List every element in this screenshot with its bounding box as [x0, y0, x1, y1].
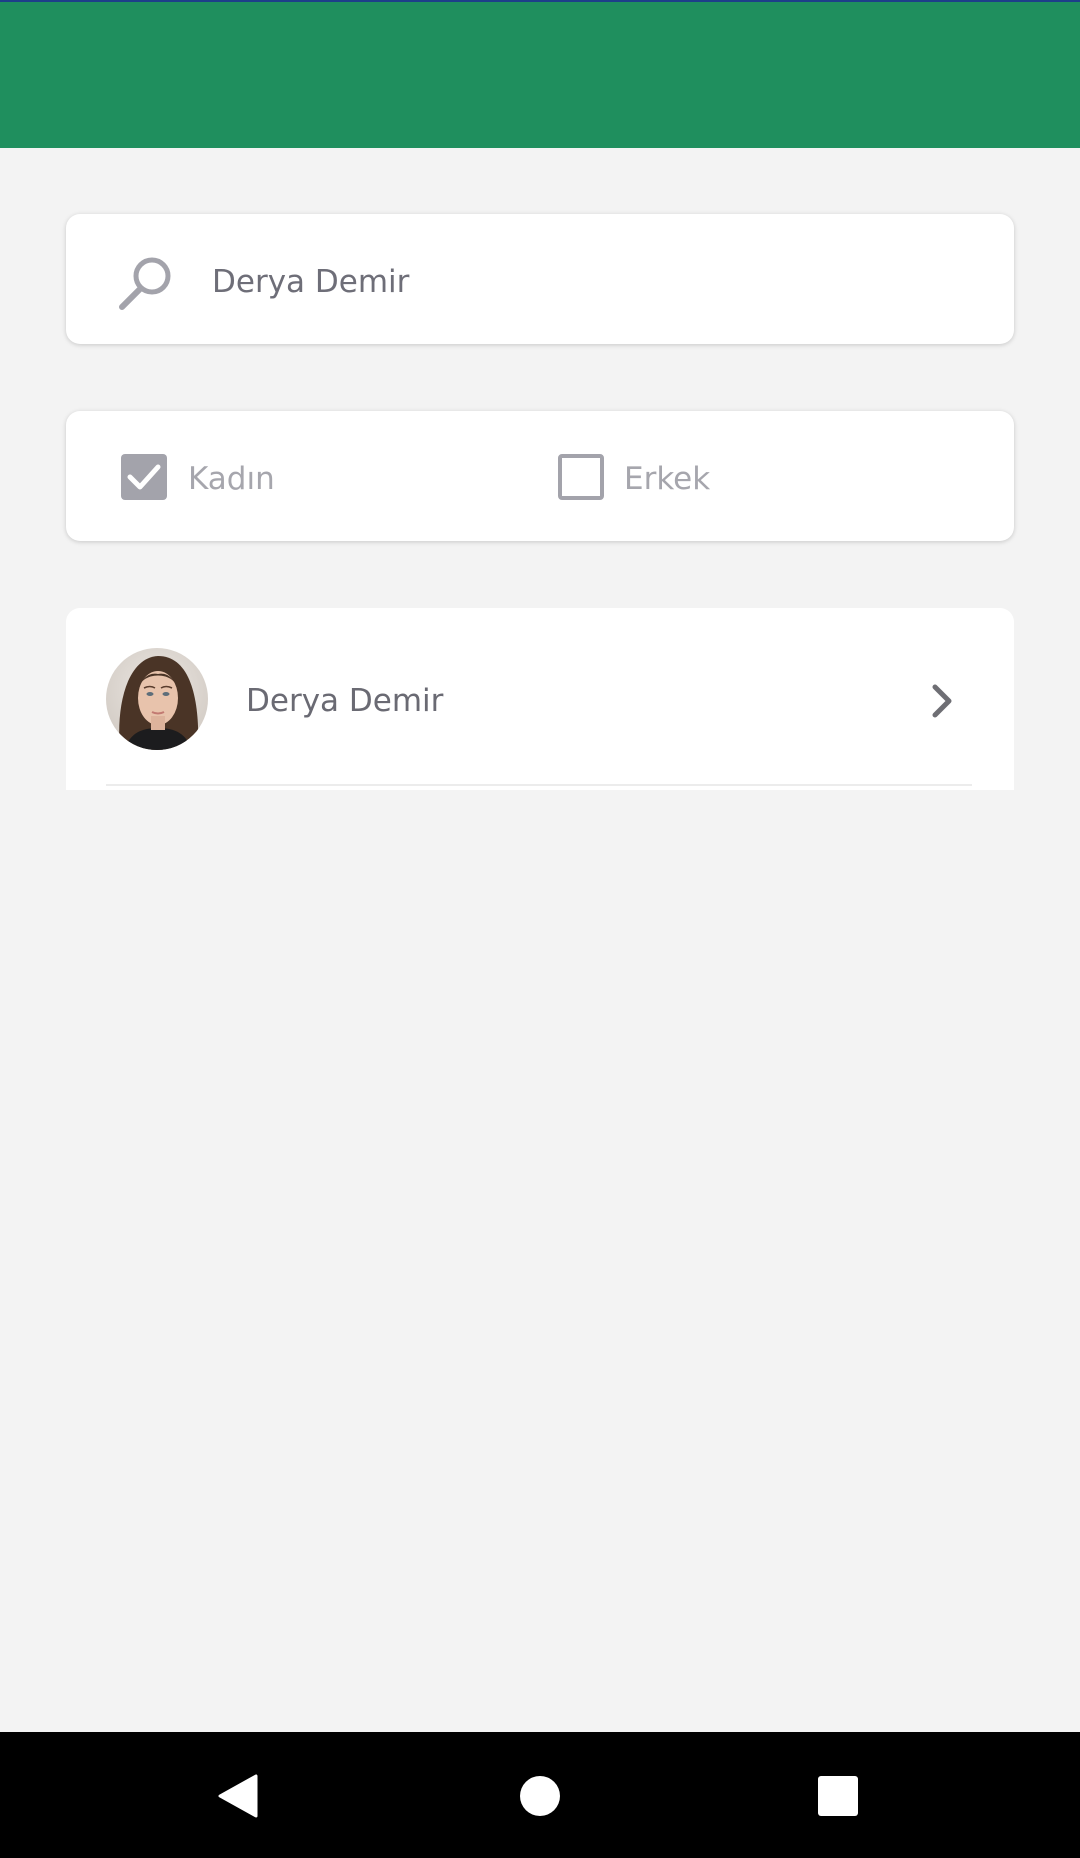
list-divider [106, 784, 972, 786]
recents-icon[interactable] [814, 1772, 862, 1820]
female-checkbox[interactable] [121, 454, 167, 500]
result-name[interactable]: Derya Demir [246, 680, 443, 722]
back-icon[interactable] [214, 1772, 262, 1820]
search-icon [119, 257, 171, 310]
male-label[interactable]: Erkek [624, 456, 710, 502]
chevron-right-icon[interactable] [928, 682, 956, 720]
avatar [106, 648, 208, 750]
checkmark-icon [127, 464, 161, 490]
home-icon[interactable] [516, 1772, 564, 1820]
app-header [0, 0, 1080, 148]
female-label[interactable]: Kadın [188, 456, 275, 502]
results-list [66, 608, 1014, 790]
male-checkbox[interactable] [558, 454, 604, 500]
search-input[interactable] [212, 250, 972, 314]
